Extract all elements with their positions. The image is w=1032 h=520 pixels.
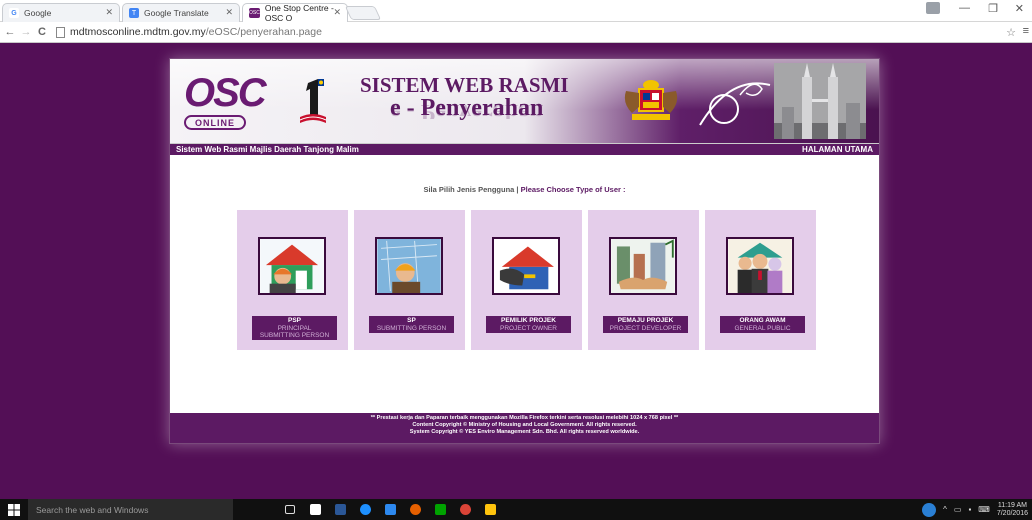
- chrome-icon[interactable]: [454, 499, 476, 520]
- restore-icon[interactable]: ❐: [988, 2, 998, 15]
- handshake-buildings-icon: [609, 237, 677, 295]
- system-tray: ^ ▭ ▪ ⌨ 11:19 AM 7/20/2016: [922, 499, 1028, 520]
- photos-icon[interactable]: [429, 499, 451, 520]
- main-frame: OSC ONLINE SISTEM WEB RASMI e - Penyerah…: [169, 58, 880, 444]
- malaysia-coat-of-arms-icon: [624, 80, 678, 120]
- card-title: PEMAJU PROJEK: [617, 317, 674, 324]
- user-card-psp[interactable]: PSP PRINCIPAL SUBMITTING PERSON: [237, 210, 348, 350]
- url-field[interactable]: mdtmosconline.mdtm.gov.my/eOSC/penyeraha…: [70, 26, 322, 38]
- subtitle-reflection: e - Penyerahan: [390, 105, 544, 119]
- clock-time: 11:19 AM: [997, 501, 1027, 509]
- close-icon[interactable]: ✕: [333, 7, 341, 18]
- user-card-sp[interactable]: SP SUBMITTING PERSON: [354, 210, 465, 350]
- house-key-icon: [492, 237, 560, 295]
- card-label: ORANG AWAM GENERAL PUBLIC: [720, 316, 805, 333]
- card-label: PEMAJU PROJEK PROJECT DEVELOPER: [603, 316, 688, 333]
- osc-favicon-icon: OSC: [249, 8, 260, 18]
- card-label: SP SUBMITTING PERSON: [369, 316, 454, 333]
- tab-one-stop-centre[interactable]: OSC One Stop Centre - OSC O ✕: [242, 3, 348, 23]
- store-icon[interactable]: [304, 499, 326, 520]
- tab-title: One Stop Centre - OSC O: [264, 3, 334, 23]
- 1malaysia-logo-icon: [299, 79, 327, 123]
- petronas-towers-image: [774, 63, 866, 139]
- public-people-icon: [726, 237, 794, 295]
- reload-icon[interactable]: C: [36, 26, 48, 38]
- explorer-icon[interactable]: [479, 499, 501, 520]
- user-type-cards: PSP PRINCIPAL SUBMITTING PERSON SP SUBMI…: [237, 210, 816, 350]
- close-icon[interactable]: ✕: [105, 7, 113, 18]
- browser-tab-strip: G Google ✕ T Google Translate ✕ OSC One …: [0, 0, 1032, 23]
- home-link[interactable]: HALAMAN UTAMA: [802, 145, 873, 154]
- user-profile-icon[interactable]: [926, 2, 940, 14]
- tab-google[interactable]: G Google ✕: [2, 3, 120, 22]
- tab-title: Google: [24, 8, 52, 18]
- footer-browser-note: ** Prestasi kerja dan Paparan terbaik me…: [370, 415, 679, 421]
- taskbar-clock[interactable]: 11:19 AM 7/20/2016: [997, 502, 1028, 518]
- card-title: SP: [407, 317, 416, 324]
- card-label: PEMILIK PROJEK PROJECT OWNER: [486, 316, 571, 333]
- user-card-general-public[interactable]: ORANG AWAM GENERAL PUBLIC: [705, 210, 816, 350]
- site-name: Sistem Web Rasmi Majlis Daerah Tanjong M…: [176, 145, 359, 154]
- subheader-bar: Sistem Web Rasmi Majlis Daerah Tanjong M…: [170, 144, 879, 155]
- card-title: PSP: [287, 317, 301, 324]
- engineer-house-icon: [258, 237, 326, 295]
- minimize-icon[interactable]: —: [959, 2, 970, 14]
- card-subtitle: SUBMITTING PERSON: [376, 325, 447, 332]
- url-path: /eOSC/penyerahan.page: [205, 26, 322, 38]
- page-footer: ** Prestasi kerja dan Paparan terbaik me…: [170, 413, 879, 443]
- media-icon[interactable]: [379, 499, 401, 520]
- card-subtitle-2: SUBMITTING PERSON: [259, 332, 330, 339]
- engineer-blueprint-icon: [375, 237, 443, 295]
- card-title: ORANG AWAM: [739, 317, 786, 324]
- card-subtitle: PROJECT DEVELOPER: [609, 325, 682, 332]
- card-subtitle: GENERAL PUBLIC: [734, 325, 791, 332]
- edge-icon[interactable]: [354, 499, 376, 520]
- address-bar: ← → C mdtmosconline.mdtm.gov.my/eOSC/pen…: [0, 22, 1032, 43]
- help-icon[interactable]: [922, 502, 937, 517]
- windows-logo-icon: [8, 503, 20, 516]
- online-logo-text: ONLINE: [184, 115, 246, 130]
- osc-logo-text: OSC: [184, 71, 267, 115]
- task-view-icon[interactable]: [279, 499, 301, 520]
- user-type-prompt: Sila Pilih Jenis Pengguna | Please Choos…: [170, 185, 879, 194]
- card-subtitle: PROJECT OWNER: [500, 325, 557, 332]
- chevron-up-icon[interactable]: ^: [943, 505, 947, 514]
- page-icon: [56, 26, 65, 38]
- footer-system-copyright: System Copyright © YES Enviro Management…: [409, 429, 640, 435]
- header-banner: OSC ONLINE SISTEM WEB RASMI e - Penyerah…: [170, 59, 879, 144]
- network-icon[interactable]: ▭: [954, 505, 962, 514]
- card-title: PEMILIK PROJEK: [501, 317, 556, 324]
- prompt-malay: Sila Pilih Jenis Pengguna |: [423, 185, 519, 194]
- prompt-english: Please Choose Type of User :: [520, 185, 626, 194]
- keyboard-icon[interactable]: ⌨: [978, 505, 990, 514]
- firefox-icon[interactable]: [404, 499, 426, 520]
- clock-date: 7/20/2016: [996, 509, 1028, 517]
- osc-online-logo[interactable]: OSC ONLINE: [184, 71, 267, 133]
- back-arrow-icon[interactable]: ←: [4, 26, 16, 38]
- window-close-icon[interactable]: ✕: [1015, 2, 1024, 15]
- taskbar-search-input[interactable]: Search the web and Windows: [28, 499, 233, 520]
- footer-content-copyright: Content Copyright © Ministry of Housing …: [412, 422, 637, 428]
- notification-icon[interactable]: ▪: [968, 505, 971, 514]
- card-subtitle: PRINCIPAL: [277, 325, 312, 332]
- start-button[interactable]: [0, 499, 28, 520]
- close-icon[interactable]: ✕: [225, 7, 233, 18]
- url-host: mdtmosconline.mdtm.gov.my: [70, 26, 206, 38]
- card-label: PSP PRINCIPAL SUBMITTING PERSON: [252, 316, 337, 340]
- tab-google-translate[interactable]: T Google Translate ✕: [122, 3, 240, 22]
- new-tab-button[interactable]: [344, 6, 382, 20]
- chrome-menu-icon[interactable]: ≡: [1023, 25, 1029, 37]
- translate-favicon-icon: T: [129, 8, 139, 18]
- user-card-project-developer[interactable]: PEMAJU PROJEK PROJECT DEVELOPER: [588, 210, 699, 350]
- user-card-project-owner[interactable]: PEMILIK PROJEK PROJECT OWNER: [471, 210, 582, 350]
- bookmark-star-icon[interactable]: ☆: [1006, 26, 1016, 39]
- word-icon[interactable]: [329, 499, 351, 520]
- tab-title: Google Translate: [144, 8, 209, 18]
- google-favicon-icon: G: [9, 8, 19, 18]
- windows-taskbar: Search the web and Windows ^ ▭ ▪ ⌨ 11:19…: [0, 499, 1032, 520]
- forward-arrow-icon[interactable]: →: [20, 26, 32, 38]
- page-viewport: OSC ONLINE SISTEM WEB RASMI e - Penyerah…: [0, 43, 1032, 499]
- decorative-swirl-icon: [699, 82, 771, 126]
